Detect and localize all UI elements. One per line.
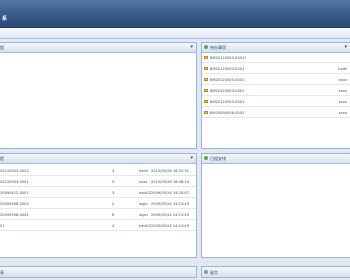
panel-header: 提 ▾ <box>0 43 196 53</box>
row-user: login <box>139 213 148 217</box>
table-row[interactable]: 20090412-0001 3 hadi12 2009/05/24 14:20:07 <box>0 189 196 198</box>
panel-todo: 待办事项 ▾ BM20120503-0002* BM20120503-0001 ha… <box>201 42 350 149</box>
todo-item[interactable]: BM20120503-0001 xxxx <box>202 76 350 85</box>
app-title: 系 <box>2 16 8 22</box>
todo-id[interactable]: BM20120503-0001 <box>210 78 244 82</box>
schedule-icon <box>204 156 208 160</box>
todo-item[interactable]: BM20090508-0002 xxxx <box>202 109 350 118</box>
row-user: hadi12 <box>139 224 152 228</box>
todo-user: xxxx <box>338 111 347 115</box>
todo-user: xxxx <box>338 89 347 93</box>
table-row[interactable]: 20120503-0001 2 xxxx 2012/05/28 18:08:29 <box>0 178 196 187</box>
row-user: login <box>139 202 148 206</box>
todo-id[interactable]: BM20090508-0002 <box>210 111 244 115</box>
row-id: 01 <box>0 224 5 228</box>
row-count: 2 <box>112 202 115 206</box>
panel-mid-left: 提 ▾ 20120503-0002 3 hadil 2012/05/28 18:31:… <box>0 153 197 258</box>
row-count: 4 <box>112 224 115 228</box>
panel-title: 提 <box>0 156 4 161</box>
row-date: 2012/05/28 18:08:29 <box>151 180 189 184</box>
row-user: hadi12 <box>139 191 152 195</box>
row-count: 3 <box>112 191 115 195</box>
table-row[interactable]: 01 4 hadi12 2009/05/24 14:13:49 <box>0 222 196 231</box>
table-row[interactable]: 20090508-0002 2 login 2009/05/24 14:13:49 <box>0 200 196 209</box>
panel-title: 待办事项 <box>210 45 226 50</box>
message-icon <box>204 270 208 274</box>
panel-title: 提 <box>0 45 4 50</box>
mail-icon <box>204 78 208 81</box>
panel-top-left: 提 ▾ <box>0 42 197 149</box>
panel-title: 留言 <box>210 270 218 275</box>
collapse-toggle-icon[interactable]: ▾ <box>190 44 193 50</box>
todo-icon <box>204 45 208 49</box>
mail-icon <box>204 89 208 92</box>
row-count: 6 <box>112 213 115 217</box>
panel-bottom-left: 表 <box>0 266 197 278</box>
row-user: hadil <box>139 169 148 173</box>
row-count: 2 <box>112 180 115 184</box>
todo-id[interactable]: BM20120503-0002* <box>210 56 246 60</box>
mail-icon <box>204 67 208 70</box>
row-id: 20090508-0002 <box>0 202 29 206</box>
row-date: 2012/05/28 18:31:31 <box>151 169 189 173</box>
todo-item[interactable]: BM20120503-0001 hadil <box>202 65 350 74</box>
collapse-toggle-icon[interactable]: ▾ <box>344 44 347 50</box>
row-id: 20090508-0001 <box>0 213 29 217</box>
panel-title: 日程安排 <box>210 156 226 161</box>
row-date: 2009/05/24 14:13:49 <box>151 224 189 228</box>
todo-id[interactable]: BM20120503-0001 <box>210 89 244 93</box>
todo-id[interactable]: BM20120503-0001 <box>210 100 244 104</box>
mail-icon <box>204 111 208 114</box>
row-id: 20090412-0001 <box>0 191 29 195</box>
row-id: 20120503-0002 <box>0 169 29 173</box>
todo-item[interactable]: BM20120503-0002* <box>202 54 350 63</box>
app-header: 系 <box>0 0 350 28</box>
panel-title: 表 <box>0 270 4 275</box>
mail-icon <box>204 100 208 103</box>
panel-bottom-right: 留言 <box>201 266 350 278</box>
toolbar <box>0 28 350 39</box>
row-user: xxxx <box>139 180 148 184</box>
row-count: 3 <box>112 169 115 173</box>
todo-item[interactable]: BM20120503-0001 xxxx <box>202 87 350 96</box>
collapse-toggle-icon[interactable]: ▾ <box>190 155 193 161</box>
todo-user: xxxx <box>338 100 347 104</box>
table-row[interactable]: 20090508-0001 6 login 2009/05/24 14:13:49 <box>0 211 196 220</box>
todo-id[interactable]: BM20120503-0001 <box>210 67 244 71</box>
panel-header: 提 ▾ <box>0 154 196 164</box>
panel-header: 日程安排 <box>202 154 350 164</box>
todo-user: hadil <box>338 67 347 71</box>
todo-item[interactable]: BM20120503-0001 xxxx <box>202 98 350 107</box>
panel-header: 待办事项 ▾ <box>202 43 350 53</box>
mail-icon <box>204 56 208 59</box>
row-date: 2009/05/24 14:13:49 <box>151 213 189 217</box>
todo-user: xxxx <box>338 78 347 82</box>
row-id: 20120503-0001 <box>0 180 29 184</box>
row-date: 2009/05/24 14:20:07 <box>151 191 189 195</box>
panel-schedule: 日程安排 <box>201 153 350 258</box>
table-row[interactable]: 20120503-0002 3 hadil 2012/05/28 18:31:31 <box>0 167 196 176</box>
row-date: 2009/05/24 14:13:49 <box>151 202 189 206</box>
